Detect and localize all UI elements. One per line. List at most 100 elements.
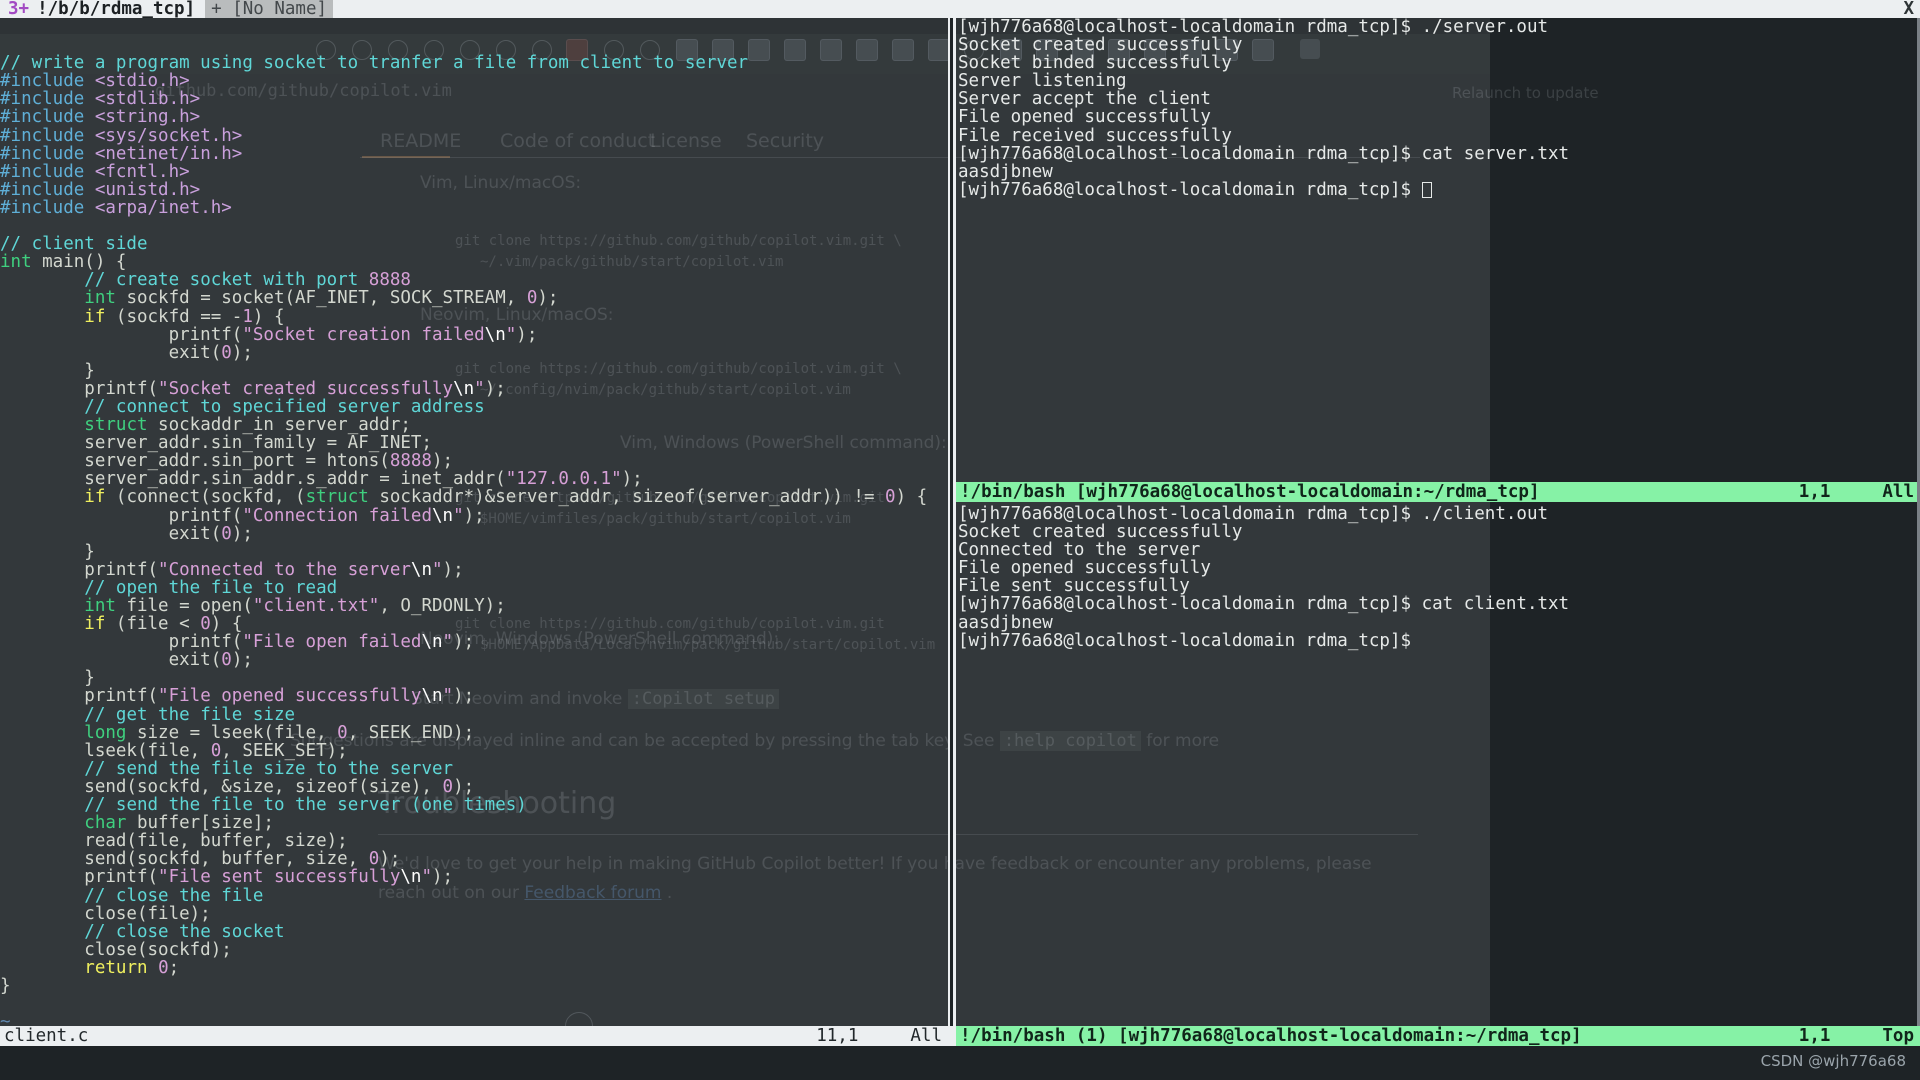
code-token: } bbox=[0, 541, 95, 562]
code-token: } bbox=[0, 668, 95, 689]
code-line: } bbox=[0, 543, 948, 561]
code-token: ~ bbox=[0, 1012, 11, 1026]
code-token: if bbox=[84, 306, 106, 327]
code-line: #include <stdio.h> bbox=[0, 72, 948, 90]
code-token: server_addr.sin_family = AF_INET; bbox=[0, 433, 432, 454]
code-token: "127.0.0.1" bbox=[505, 469, 622, 490]
code-token: #include bbox=[0, 143, 85, 164]
code-line: close(file); bbox=[0, 905, 948, 923]
code-token: file = open( bbox=[115, 596, 253, 616]
terminal-line: File received successfully bbox=[958, 127, 1920, 145]
vim-statusline: client.c 11,1 All bbox=[0, 1026, 948, 1046]
code-token: ); bbox=[463, 505, 485, 526]
vim-editor-pane[interactable]: // write a program using socket to tranf… bbox=[0, 18, 948, 1026]
vertical-split-divider[interactable] bbox=[948, 18, 956, 1026]
code-line: server_addr.sin_family = AF_INET; bbox=[0, 434, 948, 452]
code-token: ); bbox=[453, 776, 475, 797]
code-token: exit( bbox=[0, 650, 222, 671]
code-token: "Connected to the server bbox=[158, 559, 411, 580]
terminal-line: [wjh776a68@localhost-localdomain rdma_tc… bbox=[958, 505, 1920, 523]
code-token: " bbox=[442, 632, 454, 653]
code-token: // connect to specified server address bbox=[84, 396, 485, 417]
code-token: 0 bbox=[337, 722, 348, 743]
terminal-line-text: File received successfully bbox=[958, 125, 1232, 146]
code-token: " bbox=[442, 686, 454, 707]
code-line: #include <fcntl.h> bbox=[0, 163, 948, 181]
terminal-line-text: File sent successfully bbox=[958, 576, 1190, 597]
code-token: (connect(sockfd, ( bbox=[105, 487, 306, 508]
code-line: // close the socket bbox=[0, 923, 948, 941]
terminal-line: File opened successfully bbox=[958, 108, 1920, 126]
code-token: #include bbox=[0, 197, 85, 218]
code-token: \n bbox=[410, 559, 432, 580]
terminal-line: [wjh776a68@localhost-localdomain rdma_tc… bbox=[958, 632, 1920, 650]
code-token: #include bbox=[0, 71, 85, 92]
code-token: // get the file size bbox=[84, 704, 296, 725]
code-line: exit(0); bbox=[0, 344, 948, 362]
close-icon[interactable]: X bbox=[1903, 0, 1920, 18]
code-token: size = lseek(file, bbox=[126, 722, 338, 743]
code-token: close(file); bbox=[0, 903, 211, 924]
code-token: ); bbox=[432, 867, 454, 888]
code-token: <sys/socket.h> bbox=[94, 125, 243, 146]
code-token: \n bbox=[421, 632, 443, 653]
terminal-line-text: Socket binded successfully bbox=[958, 53, 1232, 74]
code-token: server_addr.sin_port = htons( bbox=[0, 451, 390, 472]
code-line: #include <netinet/in.h> bbox=[0, 145, 948, 163]
code-token: printf( bbox=[0, 559, 159, 580]
terminal-pane-server[interactable]: [wjh776a68@localhost-localdomain rdma_tc… bbox=[956, 18, 1920, 480]
code-token: (sockfd == - bbox=[105, 306, 243, 327]
code-token: <fcntl.h> bbox=[94, 161, 190, 182]
terminal-line: Socket created successfully bbox=[958, 523, 1920, 541]
code-line: // send the file to the server (one time… bbox=[0, 796, 948, 814]
bottom-strip bbox=[0, 1046, 1920, 1080]
code-token: printf( bbox=[0, 867, 159, 888]
tab-active-path[interactable]: !/b/b/rdma_tcp] bbox=[37, 0, 195, 18]
vim-tabline[interactable]: 3+ !/b/b/rdma_tcp] + [No Name] X bbox=[0, 0, 1920, 18]
code-token: "File open failed bbox=[242, 632, 422, 653]
terminal-pane-client[interactable]: [wjh776a68@localhost-localdomain rdma_tc… bbox=[956, 505, 1920, 1025]
code-token: printf( bbox=[0, 632, 243, 653]
code-line: if (connect(sockfd, (struct sockaddr*)&s… bbox=[0, 488, 948, 506]
terminal-line-text: [wjh776a68@localhost-localdomain rdma_tc… bbox=[958, 179, 1422, 200]
terminal-line-text: Connected to the server bbox=[958, 540, 1201, 561]
code-token: sockfd = socket(AF_INET, SOCK_STREAM, bbox=[115, 288, 527, 309]
code-token: printf( bbox=[0, 378, 159, 399]
terminal-line-text: Socket created successfully bbox=[958, 35, 1243, 56]
code-line: } bbox=[0, 669, 948, 687]
split-divider-bar bbox=[950, 18, 953, 1026]
code-token: 8888 bbox=[389, 451, 432, 472]
tab-active-index[interactable]: 3+ bbox=[0, 0, 29, 18]
code-token: ); bbox=[231, 650, 253, 671]
terminal-line: aasdjbnew bbox=[958, 614, 1920, 632]
watermark-label: CSDN @wjh776a68 bbox=[1760, 1052, 1906, 1070]
tab-no-name[interactable]: + [No Name] bbox=[205, 0, 334, 18]
code-line: printf("File sent successfully\n"); bbox=[0, 868, 948, 886]
code-token: ); bbox=[379, 849, 401, 870]
code-line: server_addr.sin_port = htons(8888); bbox=[0, 452, 948, 470]
code-line: send(sockfd, &size, sizeof(size), 0); bbox=[0, 778, 948, 796]
code-token: "File opened successfully bbox=[158, 686, 422, 707]
code-line: int file = open("client.txt", O_RDONLY); bbox=[0, 597, 948, 615]
code-token: // open the file to read bbox=[84, 577, 338, 598]
terminal-bottom-statusline: !/bin/bash (1) [wjh776a68@localhost-loca… bbox=[956, 1026, 1920, 1046]
terminal-line: aasdjbnew bbox=[958, 163, 1920, 181]
source-code-buffer[interactable]: // write a program using socket to tranf… bbox=[0, 54, 948, 1026]
code-line: printf("Socket creation failed\n"); bbox=[0, 326, 948, 344]
code-token: 0 bbox=[442, 776, 454, 797]
terminal-line-text: File opened successfully bbox=[958, 107, 1211, 128]
code-token: // client side bbox=[0, 234, 148, 255]
code-line: printf("Connected to the server\n"); bbox=[0, 561, 948, 579]
code-token: 0 bbox=[221, 342, 232, 363]
code-line: long size = lseek(file, 0, SEEK_END); bbox=[0, 724, 948, 742]
terminal-line: Connected to the server bbox=[958, 541, 1920, 559]
